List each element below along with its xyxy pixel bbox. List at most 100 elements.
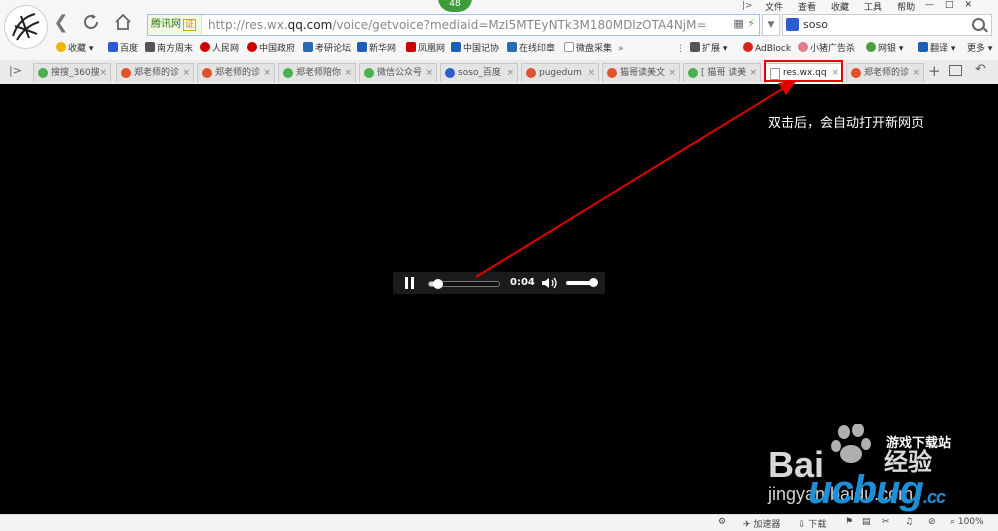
tab[interactable]: 郑老师的诊 ×: [197, 63, 275, 82]
extension-label: 扩展: [702, 44, 721, 54]
bookmark-favorites[interactable]: 收藏 ▾: [56, 42, 93, 56]
extension-item[interactable]: 小猪广告杀: [798, 42, 855, 56]
sidebar-toggle-icon[interactable]: |>: [742, 1, 753, 11]
new-tab-icon[interactable]: +: [928, 62, 941, 80]
bookmarks-bar: 收藏 ▾ 百度 南方周末 人民网 中国政府 考研论坛 新华网 凤凰网 中国记协 …: [0, 38, 998, 61]
menu-help[interactable]: 帮助: [897, 3, 915, 13]
tab-close-icon[interactable]: ×: [668, 64, 676, 82]
tab[interactable]: 微信公众号 ×: [359, 63, 437, 82]
lightning-icon[interactable]: ⚡: [747, 17, 755, 30]
extension-item[interactable]: 扩展 ▾: [690, 42, 727, 56]
tab-favicon-icon: [202, 68, 212, 78]
phoenix-icon: [406, 42, 416, 52]
extension-item[interactable]: AdBlock: [743, 42, 791, 56]
search-box[interactable]: soso: [782, 14, 992, 36]
bookmark-label: 南方周末: [157, 44, 194, 54]
extension-item[interactable]: 翻译 ▾: [918, 42, 955, 56]
search-engine-icon[interactable]: [786, 18, 799, 31]
menu-view[interactable]: 查看: [798, 3, 816, 13]
volume-slider[interactable]: [566, 278, 598, 287]
tab[interactable]: 猫哥读美文 ×: [602, 63, 680, 82]
bookmark-item[interactable]: 凤凰网: [406, 42, 445, 56]
bookmark-item[interactable]: 百度: [108, 42, 138, 56]
extension-label: 小猪广告杀: [810, 44, 856, 54]
url-path: /voice/getvoice?mediaid=MzI5MTEyNTk3M180…: [332, 18, 707, 32]
seek-slider[interactable]: [428, 279, 500, 289]
extension-label: AdBlock: [755, 44, 792, 54]
volume-thumb[interactable]: [589, 278, 598, 287]
tab-close-icon[interactable]: ×: [182, 64, 190, 82]
bookmarks-overflow-icon[interactable]: »: [618, 42, 624, 56]
tab[interactable]: pugedum ×: [521, 63, 599, 82]
minimize-icon[interactable]: —: [925, 0, 945, 10]
tab[interactable]: 郑老师的诊 ×: [846, 63, 924, 82]
tab[interactable]: soso_百度 ×: [440, 63, 518, 82]
volume-icon[interactable]: [541, 277, 559, 289]
page-icon: [564, 42, 574, 52]
home-icon: [115, 13, 131, 30]
url-text[interactable]: http://res.wx.qq.com/voice/getvoice?medi…: [208, 15, 707, 35]
extension-label: 翻译: [930, 44, 949, 54]
tab-favicon-icon: [688, 68, 698, 78]
tab[interactable]: [ 猫哥 读美 ×: [683, 63, 761, 82]
undo-icon[interactable]: ↶: [975, 62, 986, 77]
maximize-icon[interactable]: □: [945, 0, 965, 10]
ucbug-tld: .cc: [922, 487, 946, 507]
address-dropdown-icon[interactable]: ▼: [762, 14, 780, 36]
tab-label: [ 猫哥 读美: [701, 68, 747, 78]
bookmark-item[interactable]: 中国政府: [247, 42, 295, 56]
tab-close-icon[interactable]: ×: [912, 64, 920, 82]
adblock-icon: [743, 42, 753, 52]
refresh-button[interactable]: [80, 12, 102, 34]
tab-close-icon[interactable]: ×: [263, 64, 271, 82]
bookmark-item[interactable]: 在线印章: [507, 42, 555, 56]
bookmark-item[interactable]: 人民网: [200, 42, 239, 56]
bookmark-label: 中国政府: [259, 44, 296, 54]
ucbug-name: ucbug: [808, 468, 924, 512]
tab-close-icon[interactable]: ×: [506, 64, 514, 82]
search-input[interactable]: soso: [803, 15, 828, 35]
tab-close-icon[interactable]: ×: [99, 64, 107, 82]
bookmark-item[interactable]: 考研论坛: [303, 42, 351, 56]
grid-icon: [690, 42, 700, 52]
menu-tools[interactable]: 工具: [864, 3, 882, 13]
bookmark-item[interactable]: 南方周末: [145, 42, 193, 56]
sidebar-toggle-icon[interactable]: |>: [9, 64, 22, 77]
close-window-icon[interactable]: ✕: [965, 0, 984, 10]
tab-close-icon[interactable]: ×: [587, 64, 595, 82]
home-button[interactable]: [112, 12, 134, 34]
url-prefix: http://res.wx.: [208, 18, 288, 32]
tab-close-icon[interactable]: ×: [425, 64, 433, 82]
site-icon: [200, 42, 210, 52]
tab-favicon-icon: [526, 68, 536, 78]
tab[interactable]: 郑老师的诊 ×: [116, 63, 194, 82]
restore-tab-icon[interactable]: [949, 65, 962, 76]
seek-thumb[interactable]: [433, 279, 443, 289]
extension-label: 更多: [967, 44, 986, 54]
bookmark-item[interactable]: 中国记协: [451, 42, 499, 56]
menu-file[interactable]: 文件: [765, 3, 783, 13]
bookmark-label: 考研论坛: [315, 44, 352, 54]
tab-close-icon[interactable]: ×: [749, 64, 757, 82]
back-button[interactable]: ❮: [50, 12, 72, 34]
bookmark-item[interactable]: 新华网: [357, 42, 396, 56]
tab-favicon-icon: [283, 68, 293, 78]
pause-icon[interactable]: [405, 277, 415, 289]
browser-logo[interactable]: [4, 5, 48, 49]
bookmark-label: 新华网: [369, 44, 397, 54]
tab-favicon-icon: [364, 68, 374, 78]
tab-label: 郑老师的诊: [215, 68, 261, 78]
address-bar[interactable]: 腾讯网证 http://res.wx.qq.com/voice/getvoice…: [147, 14, 760, 36]
tab[interactable]: 搜搜_360搜 ×: [33, 63, 111, 82]
refresh-icon: [84, 14, 98, 29]
search-icon[interactable]: [972, 18, 985, 31]
qr-icon[interactable]: ▦: [733, 17, 743, 30]
tab[interactable]: 郑老师陪你 ×: [278, 63, 356, 82]
extension-item[interactable]: 更多 ▾: [967, 42, 992, 56]
tab-close-icon[interactable]: ×: [344, 64, 352, 82]
extension-item[interactable]: 网银 ▾: [866, 42, 903, 56]
site-identity[interactable]: 腾讯网证: [148, 15, 202, 35]
settings-icon[interactable]: ⚙: [718, 517, 726, 527]
bookmark-item[interactable]: 微盘采集: [564, 42, 612, 56]
menu-favorites[interactable]: 收藏: [831, 3, 849, 13]
